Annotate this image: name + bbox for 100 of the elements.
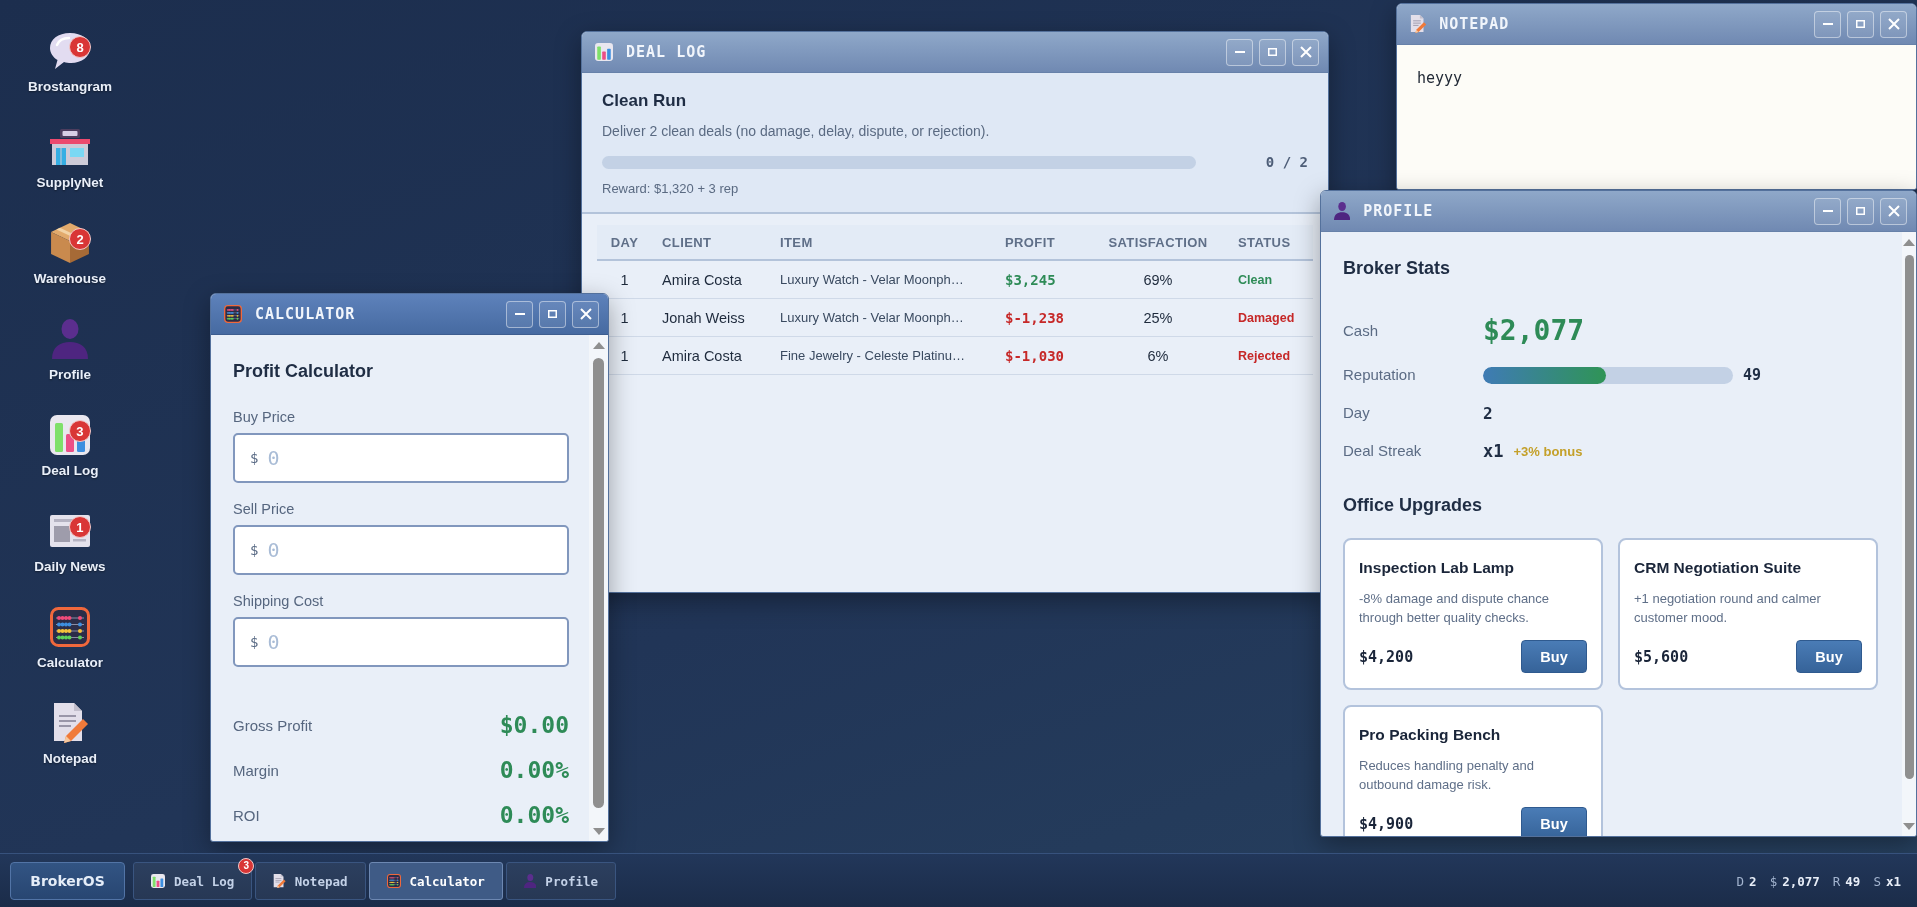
currency-symbol: $: [250, 450, 259, 466]
cash-value: $2,077: [1483, 313, 1585, 349]
field-label: Sell Price: [233, 500, 296, 518]
table-cell: Luxury Watch - Velar Moonph…: [780, 272, 964, 287]
minimize-icon: [1822, 23, 1833, 25]
upgrade-title: Pro Packing Bench: [1359, 725, 1502, 745]
person-icon: [52, 319, 88, 359]
upgrade-title: Inspection Lab Lamp: [1359, 558, 1515, 578]
status-label: D: [1736, 873, 1745, 889]
desktop-shortcut[interactable]: Notepad: [41, 703, 99, 767]
minimize-button[interactable]: [1226, 38, 1253, 66]
scroll-down-icon[interactable]: [592, 828, 605, 835]
desktop-shortcut[interactable]: 1 Daily News: [32, 511, 108, 575]
status-label: R: [1832, 873, 1841, 889]
upgrade-description: -8% damage and dispute chance through better quality checks.: [1359, 590, 1551, 627]
column-header: STATUS: [1237, 233, 1292, 252]
taskbar-button[interactable]: Calculator: [368, 862, 503, 900]
maximize-button[interactable]: [1847, 197, 1874, 225]
price-input[interactable]: 0: [267, 628, 552, 656]
abacus-icon: [50, 607, 90, 647]
notification-badge: 3: [238, 858, 255, 874]
window-title: CALCULATOR: [255, 305, 357, 323]
taskbar-button[interactable]: Profile: [505, 862, 617, 900]
price-field[interactable]: $ 0: [233, 433, 569, 483]
desktop-shortcut[interactable]: 8 Brostangram: [26, 31, 114, 95]
status-value: x1: [1885, 873, 1901, 889]
field-label: Buy Price: [233, 408, 297, 426]
calculator-heading: Profit Calculator: [233, 360, 375, 383]
buy-button[interactable]: Buy: [1521, 807, 1587, 836]
section-heading: Broker Stats: [1343, 257, 1452, 280]
minimize-button[interactable]: [1814, 197, 1841, 225]
price-input[interactable]: 0: [267, 444, 552, 472]
table-cell: 25%: [1143, 309, 1173, 326]
status-label: $: [1769, 873, 1778, 889]
price-field[interactable]: $ 0: [233, 617, 569, 667]
note-pencil-icon: [273, 874, 286, 888]
column-header: CLIENT: [661, 233, 713, 252]
note-pencil-icon: [1410, 15, 1427, 33]
result-value: $0.00: [499, 712, 569, 738]
price-input[interactable]: 0: [267, 536, 552, 564]
person-icon: [523, 874, 537, 888]
price-field[interactable]: $ 0: [233, 525, 569, 575]
upgrade-price: $4,200: [1359, 647, 1414, 666]
stat-label: Deal Streak: [1343, 441, 1423, 461]
result-label: Gross Profit: [233, 716, 313, 734]
table-cell: 1: [620, 347, 629, 364]
window-title: PROFILE: [1363, 202, 1435, 220]
buy-button[interactable]: Buy: [1521, 640, 1587, 673]
scrollbar[interactable]: [589, 335, 608, 841]
table-cell: Damaged: [1238, 310, 1295, 325]
status-value: 49: [1845, 873, 1861, 889]
minimize-icon: [514, 313, 525, 315]
result-label: Margin: [233, 761, 279, 779]
buy-button[interactable]: Buy: [1796, 640, 1862, 673]
table-cell: 1: [620, 309, 629, 326]
currency-symbol: $: [250, 542, 259, 558]
scroll-down-icon[interactable]: [1903, 823, 1915, 830]
maximize-button[interactable]: [1847, 10, 1874, 38]
progress-count: 0 / 2: [1265, 154, 1308, 170]
desktop-shortcut[interactable]: Profile: [47, 319, 93, 383]
bar-chart-icon: [595, 43, 613, 61]
scroll-up-icon[interactable]: [1903, 239, 1915, 246]
maximize-button[interactable]: [539, 300, 566, 328]
close-button[interactable]: [1880, 10, 1907, 38]
notification-badge: 8: [69, 36, 91, 58]
maximize-button[interactable]: [1259, 38, 1286, 66]
scrollbar[interactable]: [1902, 232, 1916, 836]
close-icon: [1299, 46, 1312, 58]
close-button[interactable]: [572, 300, 599, 328]
desktop-shortcut[interactable]: 3 Deal Log: [39, 415, 101, 479]
table-cell: 1: [620, 271, 629, 288]
scrollbar-thumb[interactable]: [1904, 255, 1914, 779]
table-cell: $3,245: [1005, 271, 1056, 288]
column-header: ITEM: [779, 233, 814, 252]
taskbar-button[interactable]: Notepad: [255, 862, 366, 900]
window-title: DEAL LOG: [626, 43, 708, 61]
reward-text: Reward: $1,320 + 3 rep: [602, 181, 740, 197]
desktop-shortcut[interactable]: Calculator: [35, 607, 105, 671]
minimize-button[interactable]: [506, 300, 533, 328]
status-label: S: [1873, 873, 1881, 889]
scrollbar-thumb[interactable]: [593, 358, 604, 808]
abacus-icon: [224, 305, 242, 323]
minimize-icon: [1822, 210, 1833, 212]
table-cell: 6%: [1147, 347, 1169, 364]
scroll-up-icon[interactable]: [592, 342, 605, 349]
minimize-button[interactable]: [1814, 10, 1841, 38]
stat-value: 2: [1483, 403, 1493, 423]
title-bar[interactable]: CALCULATOR: [211, 294, 608, 335]
desktop-shortcut[interactable]: SupplyNet: [34, 127, 106, 191]
upgrade-description: Reduces handling penalty and outbound damage risk.: [1359, 757, 1535, 794]
close-button[interactable]: [1292, 38, 1319, 66]
start-button[interactable]: BrokerOS: [10, 862, 125, 900]
note-text-area[interactable]: heyyy: [1397, 45, 1916, 189]
upgrade-price: $4,900: [1359, 814, 1414, 833]
desktop-shortcut[interactable]: 2 Warehouse: [31, 223, 109, 287]
table-cell: Rejected: [1238, 348, 1291, 363]
close-button[interactable]: [1880, 197, 1907, 225]
upgrade-title: CRM Negotiation Suite: [1634, 558, 1803, 578]
maximize-icon: [548, 310, 557, 318]
table-cell: Luxury Watch - Velar Moonph…: [780, 310, 964, 325]
